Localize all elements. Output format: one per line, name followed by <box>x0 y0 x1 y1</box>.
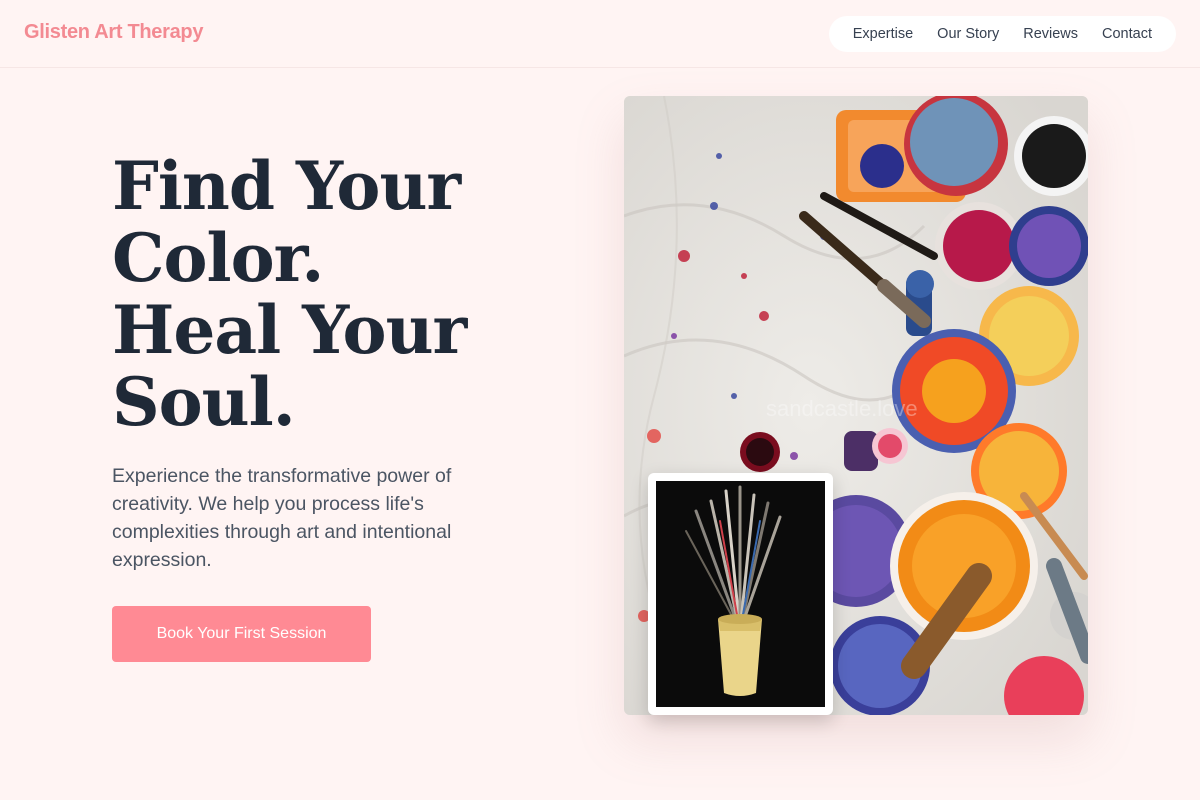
hero-subtitle: Experience the transformative power of c… <box>112 465 452 571</box>
image-watermark: sandcastle.love <box>766 396 918 421</box>
paintbrushes-illustration <box>656 481 825 707</box>
hero-title: Find Your Color. Heal Your Soul. <box>112 150 532 438</box>
page: Glisten Art Therapy Expertise Our Story … <box>0 0 1200 800</box>
nav-our-story[interactable]: Our Story <box>937 26 999 42</box>
inset-image-frame <box>656 481 825 707</box>
hero-title-line: Color. <box>112 219 324 297</box>
brand-logo[interactable]: Glisten Art Therapy <box>24 21 203 44</box>
main-nav: Expertise Our Story Reviews Contact <box>828 16 1176 52</box>
hero-title-line: Find Your <box>112 147 461 225</box>
hero-title-line: Soul. <box>112 363 296 441</box>
nav-contact[interactable]: Contact <box>1102 26 1152 42</box>
site-header: Glisten Art Therapy Expertise Our Story … <box>0 0 1200 68</box>
nav-reviews[interactable]: Reviews <box>1023 26 1078 42</box>
book-session-button[interactable]: Book Your First Session <box>112 606 371 662</box>
hero-title-line: Heal Your <box>112 291 467 369</box>
nav-expertise[interactable]: Expertise <box>853 26 913 42</box>
inset-image-paintbrushes <box>648 473 833 715</box>
